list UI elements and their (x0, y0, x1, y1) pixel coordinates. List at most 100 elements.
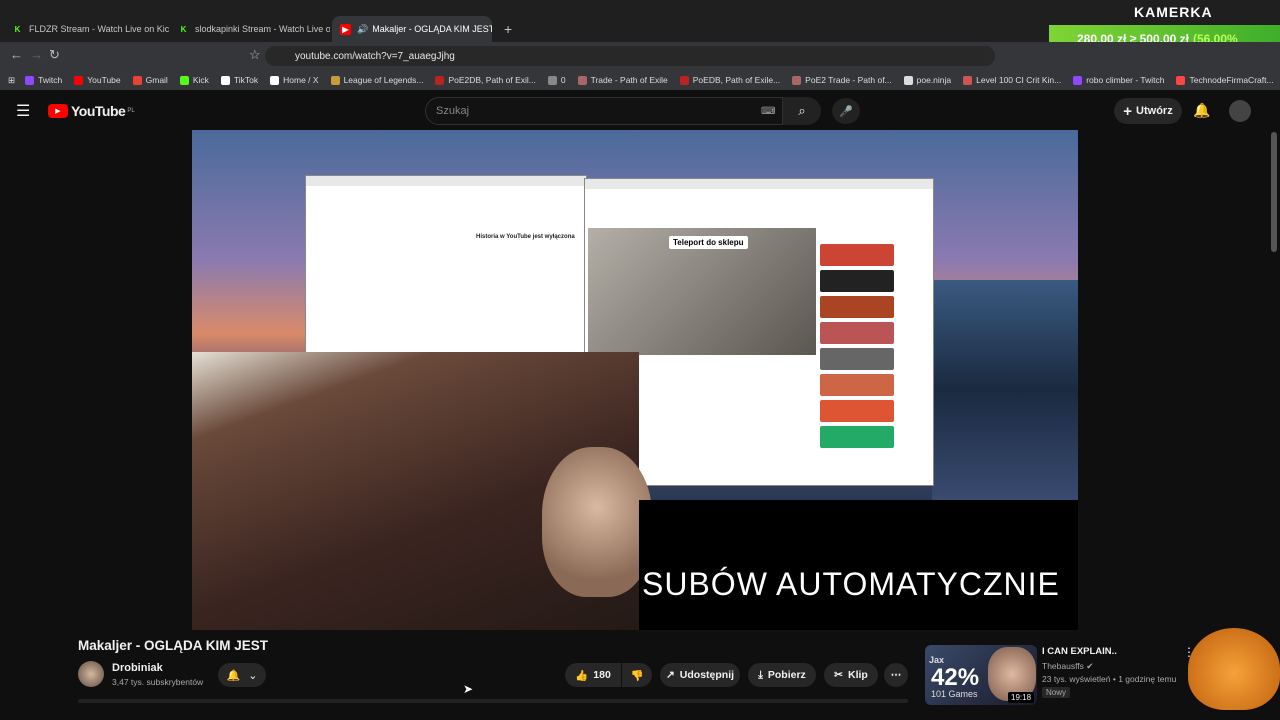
channel-avatar[interactable] (78, 661, 104, 687)
youtube-logo[interactable]: ▶ YouTube PL (48, 103, 135, 119)
back-icon[interactable]: ← (10, 47, 23, 62)
bookmark-item[interactable]: Home / X (270, 75, 319, 85)
thumbs-up-icon: 👍 (575, 669, 589, 682)
tab-slodkapinki[interactable]: K slodkapinki Stream - Watch Live on Ki (170, 16, 330, 42)
download-icon: ⤓ (758, 668, 763, 681)
bookmark-label: Home / X (283, 75, 319, 85)
bookmark-item[interactable]: robo climber - Twitch (1073, 75, 1164, 85)
download-button[interactable]: ⤓ Pobierz (748, 663, 816, 687)
description-box-edge (78, 699, 908, 703)
kick-icon (179, 75, 189, 85)
webcam-feed (192, 352, 652, 630)
poe-ninja-icon (903, 75, 913, 85)
more-icon: ⋯ (890, 669, 902, 681)
bookmark-item[interactable]: League of Legends... (330, 75, 424, 85)
poe-icon (792, 75, 802, 85)
bookmark-item[interactable]: Twitch (25, 75, 62, 85)
bookmark-item[interactable]: PoEDB, Path of Exile... (679, 75, 780, 85)
new-tab-button[interactable]: + (496, 16, 516, 42)
bookmark-folder[interactable]: 0 (547, 75, 566, 85)
share-button[interactable]: ↗ Udostępnij (660, 663, 740, 687)
search-button[interactable]: ⌕ (783, 97, 821, 125)
tab-label: Makaljer - OGLĄDA KIM JEST (372, 24, 492, 34)
bookmark-item[interactable]: YouTube (74, 75, 121, 85)
search-input[interactable]: Szukaj (425, 97, 783, 125)
share-label: Udostępnij (679, 669, 735, 681)
like-button[interactable]: 👍 180 (565, 663, 621, 687)
bookmark-label: Twitch (38, 75, 63, 85)
create-button[interactable]: + Utwórz (1114, 98, 1182, 124)
subscription-bell-button[interactable]: 🔔 ⌄ (218, 663, 266, 687)
poe-icon (963, 75, 973, 85)
share-icon: ↗ (665, 669, 675, 681)
browser-window-screenshot: Historia w YouTube jest wyłączona (305, 175, 587, 353)
region-label: PL (127, 108, 135, 114)
tab-label: slodkapinki Stream - Watch Live on Ki (195, 24, 330, 34)
wallpaper-lake (932, 280, 1078, 500)
thumbnail-percent: 42% (931, 664, 980, 691)
recommended-title[interactable]: I CAN EXPLAIN.. (1042, 646, 1117, 657)
menu-icon[interactable]: ☰ (16, 101, 30, 121)
reload-icon[interactable]: ↻ (49, 47, 60, 63)
bookmark-item[interactable]: PoE2DB, Path of Exil... (435, 75, 536, 85)
thumbnail-games: 101 Games (931, 689, 978, 699)
bookmark-label: League of Legends... (343, 75, 424, 85)
kamerka-label: KAMERKA (1134, 4, 1213, 20)
bookmark-item[interactable]: TechnodeFirmaCraft... (1176, 75, 1274, 85)
channel-name[interactable]: Drobiniak (112, 662, 163, 674)
bookmark-item[interactable]: TikTok (220, 75, 258, 85)
recommended-views: 23 tys. wyświetleń • 1 godzinę temu (1042, 674, 1177, 684)
microphone-icon: 🎤 (839, 105, 853, 118)
youtube-icon (74, 75, 84, 85)
poedb-icon (679, 75, 689, 85)
bookmark-item[interactable]: PoE2 Trade - Path of... (792, 75, 892, 85)
clip-button[interactable]: ✂ Klip (824, 663, 878, 687)
forward-icon[interactable]: → (30, 47, 43, 62)
bookmark-item[interactable]: Level 100 CI Crit Kin... (963, 75, 1061, 85)
more-actions-button[interactable]: ⋯ (884, 663, 908, 687)
bookmark-label: TechnodeFirmaCraft... (1189, 75, 1274, 85)
bookmark-item[interactable]: Trade - Path of Exile (577, 75, 668, 85)
bell-icon: 🔔 (226, 669, 241, 682)
speaker-icon: 🔊 (357, 23, 369, 34)
folder-icon (547, 75, 557, 85)
kick-icon: K (14, 24, 21, 34)
mouse-cursor-icon: ➤ (463, 682, 474, 696)
x-icon (270, 75, 280, 85)
scrollbar[interactable] (1271, 132, 1277, 252)
youtube-icon: ▶ (340, 23, 351, 35)
bookmark-item[interactable]: Kick (179, 75, 209, 85)
voice-search-button[interactable]: 🎤 (832, 98, 860, 124)
bookmark-icon[interactable]: ☆ (249, 47, 261, 63)
poedb-icon (435, 75, 445, 85)
apps-icon[interactable]: ⊞ (8, 75, 15, 86)
youtube-play-icon: ▶ (48, 104, 68, 118)
bookmark-item[interactable]: Gmail (132, 75, 168, 85)
tab-label: FLDZR Stream - Watch Live on Kick (29, 24, 169, 34)
video-duration: 19:18 (1008, 692, 1035, 703)
bookmark-label: poe.ninja (916, 75, 952, 85)
bookmark-label: PoE2DB, Path of Exil... (448, 75, 536, 85)
bookmark-item[interactable]: poe.ninja (903, 75, 952, 85)
tiktok-icon (220, 75, 230, 85)
dislike-button[interactable]: 👎 (622, 663, 652, 687)
recommended-channel-name: Thebausffs (1042, 661, 1084, 671)
chevron-down-icon: ⌄ (248, 669, 258, 682)
twitch-icon (25, 75, 35, 85)
account-avatar[interactable] (1229, 100, 1251, 122)
tab-makaljer[interactable]: ▶ 🔊 Makaljer - OGLĄDA KIM JEST ✕ (332, 16, 492, 42)
subscriber-count: 3,47 tys. subskrybentów (112, 677, 204, 687)
thumbs-down-icon: 👎 (630, 669, 644, 682)
bookmark-label: Kick (192, 75, 209, 85)
video-player[interactable]: Historia w YouTube jest wyłączona Telepo… (192, 130, 1078, 630)
technode-icon (1176, 75, 1186, 85)
subtitle-panel (639, 500, 1078, 630)
recommended-channel[interactable]: Thebausffs ✔ (1042, 661, 1093, 672)
url-field[interactable]: youtube.com/watch?v=7_auaegJjhg (265, 46, 995, 66)
notifications-icon[interactable]: 🔔 (1193, 102, 1210, 119)
keyboard-icon[interactable]: ⌨ (761, 106, 775, 117)
twitch-icon (1073, 75, 1083, 85)
bookmark-label: robo climber - Twitch (1086, 75, 1165, 85)
poe-icon (577, 75, 587, 85)
tab-fldzr[interactable]: K FLDZR Stream - Watch Live on Kick (4, 16, 169, 42)
